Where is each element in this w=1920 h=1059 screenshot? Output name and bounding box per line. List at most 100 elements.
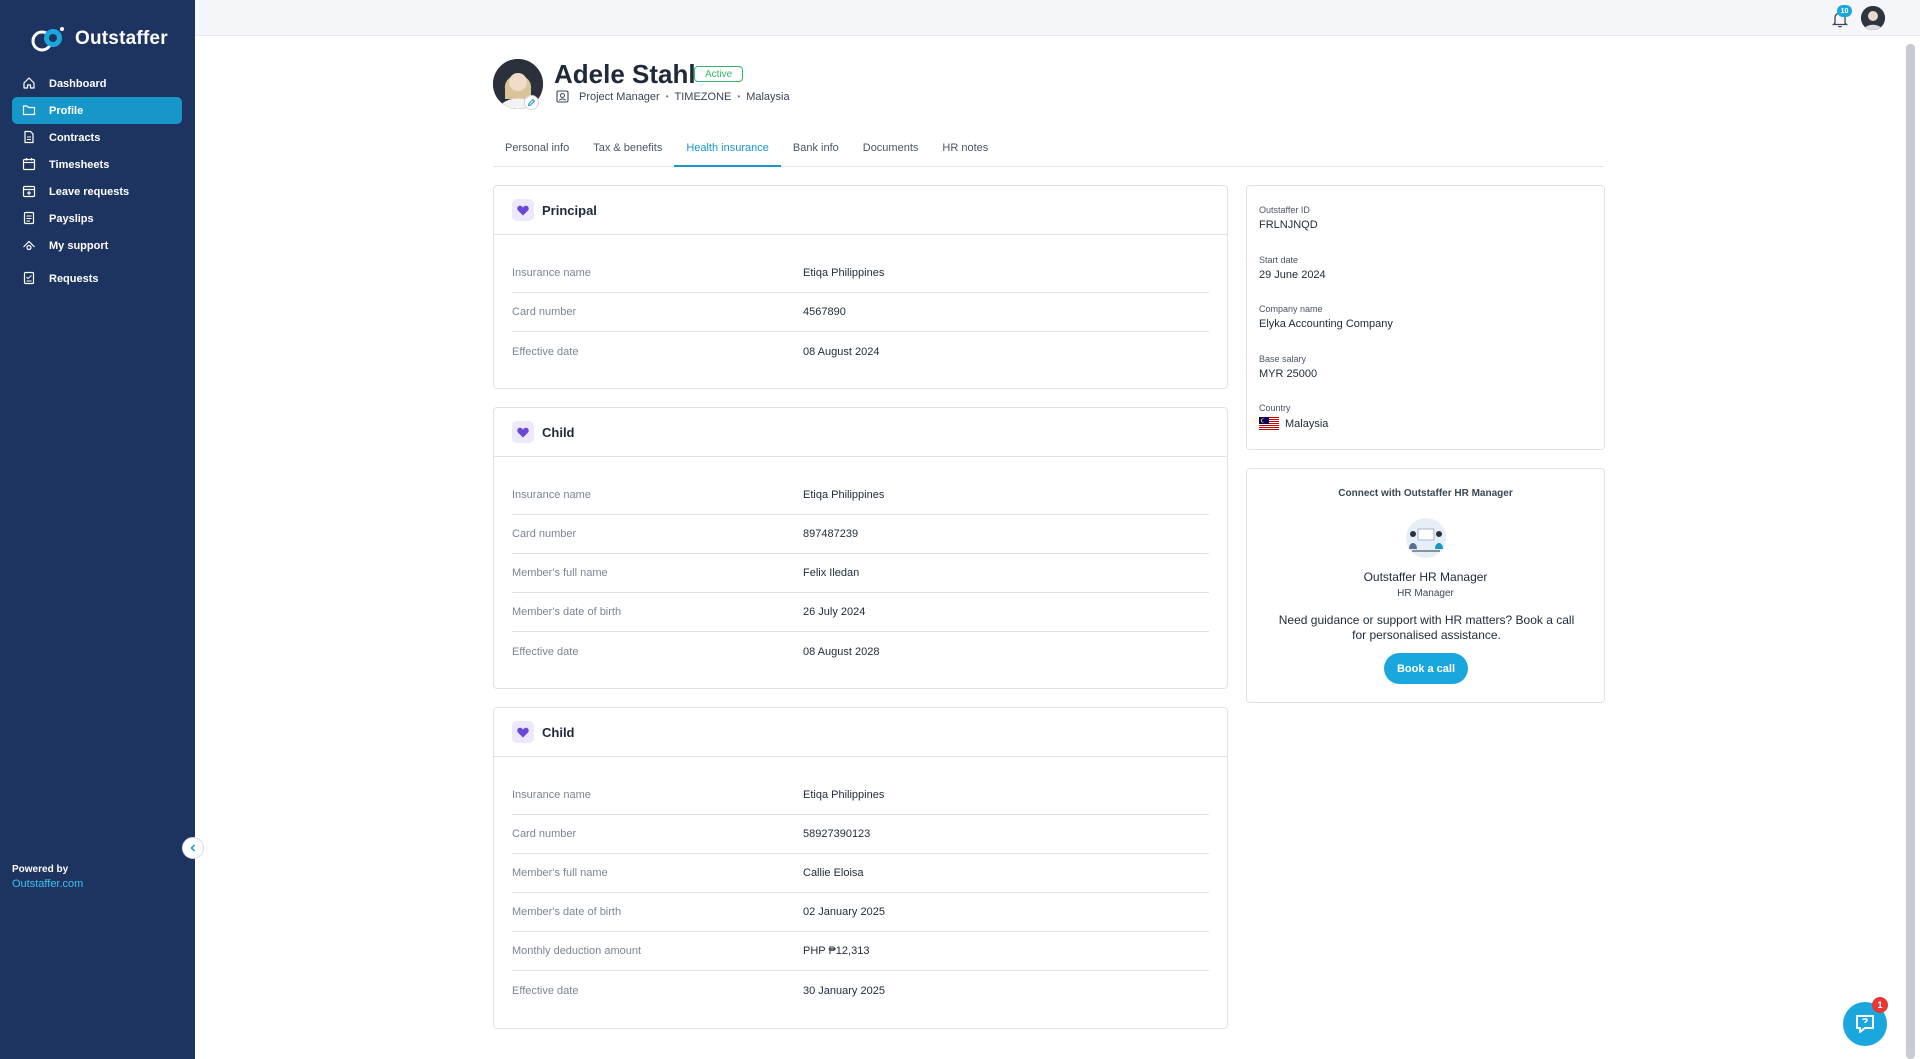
table-row: Effective date 08 August 2028 — [512, 632, 1209, 671]
card-header: Child — [494, 408, 1227, 457]
sidebar-item-label: Leave requests — [49, 185, 130, 198]
tab-tax-benefits[interactable]: Tax & benefits — [581, 137, 674, 167]
field-label: Card number — [512, 528, 577, 540]
pencil-icon — [527, 98, 536, 107]
profile-meta: Project Manager • TIMEZONE • Malaysia — [556, 90, 790, 103]
home-icon — [22, 76, 38, 92]
topbar — [195, 0, 1920, 36]
tab-bank-info[interactable]: Bank info — [781, 137, 851, 167]
field-label: Effective date — [512, 645, 579, 658]
card-rows: Insurance name Etiqa Philippines Card num… — [494, 757, 1227, 1010]
hr-manager-illustration-icon — [1406, 518, 1446, 558]
chat-unread-badge: 1 — [1872, 997, 1888, 1013]
sidebar-item-dashboard[interactable]: Dashboard — [12, 70, 182, 97]
field-value: 4567890 — [803, 306, 846, 318]
field-label: Member's date of birth — [512, 606, 622, 618]
sidebar-item-label: Profile — [49, 104, 84, 117]
collapse-sidebar-button[interactable] — [182, 837, 204, 859]
field-label: Card number — [512, 828, 577, 840]
field-value: PHP ₱12,313 — [803, 945, 870, 957]
field-value: Etiqa Philippines — [803, 489, 885, 501]
powered-by-link[interactable]: Outstaffer.com — [12, 878, 83, 890]
brand-logo[interactable]: Outstaffer — [31, 24, 168, 54]
country-field: Country Malaysia — [1259, 403, 1328, 430]
base-salary-field: Base salary MYR 25000 — [1259, 354, 1317, 380]
field-value: 08 August 2024 — [803, 345, 880, 358]
sidebar-item-requests[interactable]: Requests — [12, 265, 182, 292]
table-row: Insurance name Etiqa Philippines — [512, 776, 1209, 815]
field-label: Card number — [512, 306, 577, 318]
tab-personal-info[interactable]: Personal info — [493, 137, 581, 167]
card-header: Principal — [494, 186, 1227, 235]
edit-avatar-button[interactable] — [524, 95, 539, 110]
sidebar-item-payslips[interactable]: Payslips — [12, 205, 182, 232]
insurance-card-child: Child Insurance name Etiqa Philippines Ca… — [493, 707, 1228, 1029]
field-label: Base salary — [1259, 354, 1307, 364]
sidebar: Outstaffer Dashboard Profile Contracts T… — [0, 0, 195, 1059]
table-row: Effective date 30 January 2025 — [512, 971, 1209, 1010]
hr-manager-description: Need guidance or support with HR matters… — [1278, 613, 1575, 642]
sidebar-item-profile[interactable]: Profile — [12, 97, 182, 124]
heart-icon — [512, 199, 534, 221]
field-value: Felix Iledan — [803, 567, 860, 579]
profile-country: Malaysia — [746, 90, 790, 103]
table-row: Member's full name Callie Eloisa — [512, 854, 1209, 893]
sidebar-item-contracts[interactable]: Contracts — [12, 124, 182, 151]
hr-manager-name: Outstaffer HR Manager — [1363, 570, 1488, 584]
field-value: Callie Eloisa — [803, 867, 864, 879]
field-label: Effective date — [512, 345, 579, 358]
folder-icon — [22, 103, 38, 119]
tab-health-insurance[interactable]: Health insurance — [674, 137, 781, 167]
sidebar-item-label: Contracts — [49, 131, 101, 144]
profile-company: TIMEZONE — [674, 90, 732, 103]
support-icon — [22, 238, 38, 254]
sidebar-item-label: Payslips — [49, 212, 94, 225]
field-label: Member's full name — [512, 567, 608, 579]
table-row: Member's full name Felix Iledan — [512, 554, 1209, 593]
outstaffer-id-field: Outstaffer ID FRLNJNQD — [1259, 205, 1318, 231]
table-row: Card number 897487239 — [512, 515, 1209, 554]
field-value: 08 August 2028 — [803, 645, 880, 658]
sidebar-item-timesheets[interactable]: Timesheets — [12, 151, 182, 178]
meta-separator: • — [737, 92, 741, 101]
field-value: Elyka Accounting Company — [1259, 318, 1393, 330]
field-label: Insurance name — [512, 789, 591, 801]
table-row: Member's date of birth 26 July 2024 — [512, 593, 1209, 632]
table-row: Card number 58927390123 — [512, 815, 1209, 854]
field-label: Insurance name — [512, 489, 591, 501]
outstaffer-logo-icon — [31, 27, 64, 52]
notification-count-badge: 10 — [1837, 5, 1852, 17]
card-header: Child — [494, 708, 1227, 757]
book-call-button[interactable]: Book a call — [1384, 653, 1468, 684]
field-label: Member's full name — [512, 867, 608, 879]
profile-name: Adele Stahl — [554, 59, 696, 89]
field-label: Effective date — [512, 984, 579, 997]
table-row: Card number 4567890 — [512, 293, 1209, 332]
meta-separator: • — [665, 92, 669, 101]
document-icon — [22, 130, 38, 146]
field-value: 29 June 2024 — [1259, 269, 1326, 281]
tab-hr-notes[interactable]: HR notes — [930, 137, 1000, 167]
field-value: FRLNJNQD — [1259, 219, 1318, 231]
insurance-card-child: Child Insurance name Etiqa Philippines Ca… — [493, 407, 1228, 689]
calendar-plus-icon — [22, 184, 38, 200]
start-date-field: Start date 29 June 2024 — [1259, 255, 1326, 281]
table-row: Monthly deduction amount PHP ₱12,313 — [512, 932, 1209, 971]
sidebar-item-label: Timesheets — [49, 158, 110, 171]
user-photo-icon — [1861, 6, 1885, 30]
insurance-card-principal: Principal Insurance name Etiqa Philippine… — [493, 185, 1228, 389]
table-row: Insurance name Etiqa Philippines — [512, 254, 1209, 293]
employee-summary-card: Outstaffer ID FRLNJNQD Start date 29 Jun… — [1246, 185, 1605, 450]
field-value: 30 January 2025 — [803, 984, 885, 997]
scrollbar[interactable] — [1906, 44, 1915, 1059]
status-badge: Active — [694, 66, 744, 82]
field-label: Outstaffer ID — [1259, 205, 1310, 215]
brand-name: Outstaffer — [75, 28, 168, 49]
sidebar-item-my-support[interactable]: My support — [12, 232, 182, 259]
hr-manager-card: Connect with Outstaffer HR Manager Outst… — [1246, 468, 1605, 703]
tab-documents[interactable]: Documents — [851, 137, 931, 167]
field-value: Etiqa Philippines — [803, 789, 885, 801]
user-avatar[interactable] — [1861, 6, 1885, 30]
sidebar-item-leave-requests[interactable]: Leave requests — [12, 178, 182, 205]
sidebar-item-label: Requests — [49, 272, 99, 285]
